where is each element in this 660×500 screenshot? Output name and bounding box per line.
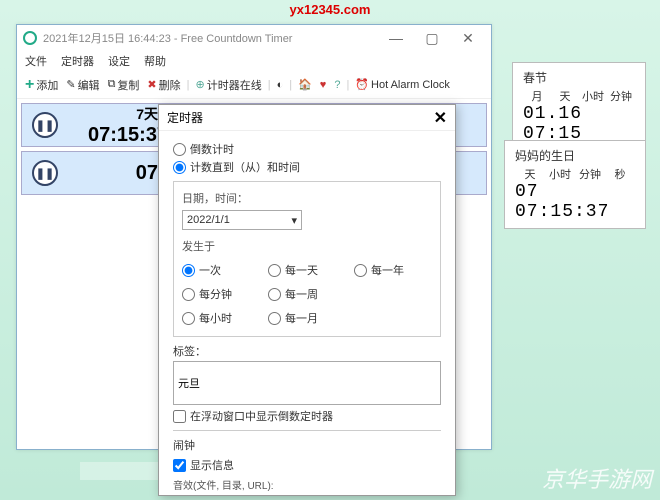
separator: | xyxy=(346,79,349,91)
radio-input[interactable] xyxy=(173,161,186,174)
checkbox-input[interactable] xyxy=(173,459,186,472)
separator: | xyxy=(289,79,292,91)
menu-file[interactable]: 文件 xyxy=(25,53,47,69)
copy-button[interactable]: ⧉复制 xyxy=(106,75,142,95)
close-button[interactable]: ✕ xyxy=(451,28,485,48)
sound-label: 音效(文件, 目录, URL): xyxy=(173,477,441,492)
watermark-bottom-right: 京华手游网 xyxy=(542,462,652,494)
float-checkbox[interactable]: 在浮动窗口中显示倒数定时器 xyxy=(173,408,441,424)
radio-input[interactable] xyxy=(268,264,281,277)
time-remaining: 07:15:37 xyxy=(88,124,158,147)
radio-input[interactable] xyxy=(182,264,195,277)
maximize-button[interactable]: ▢ xyxy=(415,28,449,48)
minimize-button[interactable]: — xyxy=(379,28,413,48)
dialog-close-button[interactable]: ✕ xyxy=(434,108,447,128)
window-title: 2021年12月15日 16:44:23 - Free Countdown Ti… xyxy=(43,30,379,46)
widget-value: 01.16 07:15 xyxy=(523,104,635,144)
pause-button[interactable]: ❚❚ xyxy=(32,160,58,186)
delete-button[interactable]: ✖删除 xyxy=(145,75,182,95)
show-info-checkbox[interactable]: 显示信息 xyxy=(173,457,441,473)
menubar: 文件 定时器 设定 帮助 xyxy=(17,51,491,71)
separator: | xyxy=(187,79,190,91)
timer-dialog: 定时器 ✕ 倒数计时 计数直到（从）和时间 日期，时间： 2022/1/1▾ 发… xyxy=(158,104,456,496)
clock-icon: ⏰ xyxy=(355,78,369,91)
dialog-body: 倒数计时 计数直到（从）和时间 日期，时间： 2022/1/1▾ 发生于 一次 … xyxy=(159,131,455,496)
freq-year[interactable]: 每一年 xyxy=(354,262,432,278)
widget-title: 妈妈的生日 xyxy=(515,147,635,164)
watermark-top: yx12345.com xyxy=(290,2,371,17)
freq-once[interactable]: 一次 xyxy=(182,262,260,278)
toolbar: +添加 ✎编辑 ⧉复制 ✖删除 | ⊕计时器在线 | ◐ | 🏠 ♥ ? | ⏰… xyxy=(17,71,491,99)
window-controls: — ▢ ✕ xyxy=(379,28,485,48)
date-picker[interactable]: 2022/1/1▾ xyxy=(182,210,302,230)
pencil-icon: ✎ xyxy=(66,78,75,91)
float-widget-birthday[interactable]: 妈妈的生日 天小时分钟秒 07 07:15:37 xyxy=(504,140,646,229)
online-button[interactable]: ⊕计时器在线 xyxy=(194,75,264,95)
time-remaining: 07 xyxy=(88,162,158,185)
home-icon: 🏠 xyxy=(298,78,312,91)
hot-alarm-button[interactable]: ⏰Hot Alarm Clock xyxy=(353,76,452,93)
contrast-button[interactable]: ◐ xyxy=(275,77,286,93)
help-button[interactable]: ? xyxy=(332,77,342,93)
radio-input[interactable] xyxy=(182,288,195,301)
freq-week[interactable]: 每一周 xyxy=(268,286,346,302)
radio-input[interactable] xyxy=(268,312,281,325)
heart-button[interactable]: ♥ xyxy=(318,77,329,93)
date-label: 日期，时间： xyxy=(182,190,432,206)
globe-icon: ⊕ xyxy=(196,78,205,91)
widget-value: 07 07:15:37 xyxy=(515,182,635,222)
edit-button[interactable]: ✎编辑 xyxy=(64,75,101,95)
titlebar: 2021年12月15日 16:44:23 - Free Countdown Ti… xyxy=(17,25,491,51)
dialog-title: 定时器 xyxy=(167,109,203,126)
freq-hour[interactable]: 每小时 xyxy=(182,310,260,326)
heart-icon: ♥ xyxy=(320,79,327,91)
menu-timer[interactable]: 定时器 xyxy=(61,53,94,69)
question-icon: ? xyxy=(334,79,340,91)
separator: | xyxy=(268,79,271,91)
add-button[interactable]: +添加 xyxy=(23,74,60,96)
contrast-icon: ◐ xyxy=(277,79,284,91)
mode-countdown-radio[interactable]: 倒数计时 xyxy=(173,141,441,157)
copy-icon: ⧉ xyxy=(108,78,116,91)
datetime-fieldset: 日期，时间： 2022/1/1▾ 发生于 一次 每一天 每一年 每分钟 每一周 … xyxy=(173,181,441,337)
float-widget-spring[interactable]: 春节 月天小时分钟 01.16 07:15 xyxy=(512,62,646,151)
frequency-options: 一次 每一天 每一年 每分钟 每一周 每小时 每一月 xyxy=(182,260,432,328)
widget-header: 月天小时分钟 xyxy=(523,88,635,104)
plus-icon: + xyxy=(25,76,34,94)
freq-min[interactable]: 每分钟 xyxy=(182,286,260,302)
bell-section-label: 闹钟 xyxy=(173,437,441,453)
menu-settings[interactable]: 设定 xyxy=(108,53,130,69)
days-remaining: 7天 xyxy=(88,104,158,124)
label-input[interactable] xyxy=(173,361,441,405)
freq-day[interactable]: 每一天 xyxy=(268,262,346,278)
pause-button[interactable]: ❚❚ xyxy=(32,112,58,138)
radio-input[interactable] xyxy=(182,312,195,325)
widget-header: 天小时分钟秒 xyxy=(515,166,635,182)
label-label: 标签： xyxy=(173,343,441,359)
chevron-down-icon: ▾ xyxy=(291,214,297,227)
dialog-titlebar: 定时器 ✕ xyxy=(159,105,455,131)
freq-month[interactable]: 每一月 xyxy=(268,310,346,326)
freq-label: 发生于 xyxy=(182,238,432,254)
widget-title: 春节 xyxy=(523,69,635,86)
menu-help[interactable]: 帮助 xyxy=(144,53,166,69)
mode-countto-radio[interactable]: 计数直到（从）和时间 xyxy=(173,159,441,175)
bell-fieldset: 闹钟 显示信息 音效(文件, 目录, URL): 铃声3⌄ ▶ 浏览... 提高… xyxy=(173,430,441,496)
radio-input[interactable] xyxy=(173,143,186,156)
home-button[interactable]: 🏠 xyxy=(296,76,314,93)
radio-input[interactable] xyxy=(268,288,281,301)
checkbox-input[interactable] xyxy=(173,410,186,423)
radio-input[interactable] xyxy=(354,264,367,277)
app-icon xyxy=(23,31,37,45)
x-icon: ✖ xyxy=(147,78,156,91)
